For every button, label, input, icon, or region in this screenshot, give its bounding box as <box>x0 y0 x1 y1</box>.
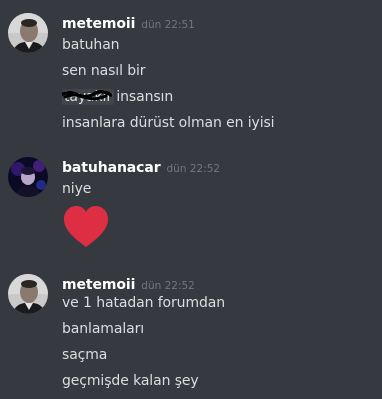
message-line: banlamaları <box>62 321 145 337</box>
username[interactable]: metemoii <box>62 277 135 293</box>
chat-message-list: metemoii dün 22:51 batuhan sen nasıl bir … <box>0 0 382 399</box>
user-avatar-image <box>8 157 48 197</box>
message-header: metemoii dün 22:52 <box>62 274 195 293</box>
user-avatar-image <box>8 13 48 53</box>
user-avatar-image <box>8 274 48 314</box>
spoiler-text[interactable]: tayakir <box>62 89 114 105</box>
timestamp: dün 22:52 <box>166 163 221 175</box>
username[interactable]: batuhanacar <box>62 160 161 176</box>
message-header: metemoii dün 22:51 <box>62 13 195 32</box>
message-line: ve 1 hatadan forumdan <box>62 295 226 311</box>
timestamp: dün 22:51 <box>141 19 195 31</box>
message-line: saçma <box>62 347 108 363</box>
message-line: batuhan <box>62 37 120 53</box>
message-text: insansın <box>112 89 174 105</box>
avatar[interactable] <box>8 13 48 53</box>
red-heart-icon <box>64 206 108 247</box>
avatar[interactable] <box>8 274 48 314</box>
heart-emoji[interactable] <box>62 205 110 253</box>
message-line: tayakir insansın <box>62 89 173 105</box>
message-header: batuhanacar dün 22:52 <box>62 157 220 176</box>
timestamp: dün 22:52 <box>141 280 195 292</box>
message-line: geçmişde kalan şey <box>62 373 199 389</box>
username[interactable]: metemoii <box>62 16 135 32</box>
message-line: niye <box>62 181 92 197</box>
spoiler-content: tayakir <box>64 89 112 105</box>
message-line: sen nasıl bir <box>62 63 146 79</box>
message-line: insanlara dürüst olman en iyisi <box>62 115 275 131</box>
avatar[interactable] <box>8 157 48 197</box>
